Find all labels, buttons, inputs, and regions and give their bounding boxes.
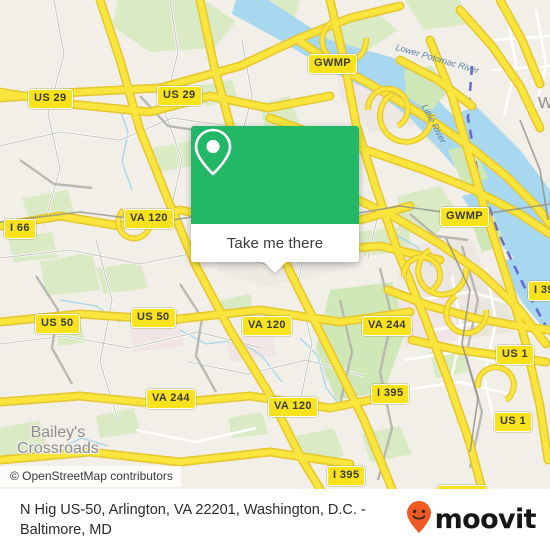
- moovit-logo[interactable]: moovit: [406, 500, 550, 539]
- road-shield-i-395-mid[interactable]: I 395: [371, 384, 410, 404]
- road-shield-us-1-north[interactable]: US 1: [496, 345, 535, 365]
- moovit-smiley-pin-icon: [406, 500, 432, 539]
- road-shield-va-120-south[interactable]: VA 120: [268, 397, 318, 417]
- road-shield-gwmp-south[interactable]: GWMP: [440, 207, 490, 227]
- map-screenshot: Lower Potomac River Little River Bailey'…: [0, 0, 550, 550]
- road-shield-us-1-south[interactable]: US 1: [494, 412, 533, 432]
- road-shield-us-29-west[interactable]: US 29: [28, 89, 73, 109]
- road-shield-us-50-east[interactable]: US 50: [131, 308, 176, 328]
- road-shield-va-120-mid[interactable]: VA 120: [242, 316, 292, 336]
- location-popup-card[interactable]: Take me there: [191, 126, 359, 273]
- place-label-washington: W: [538, 95, 550, 112]
- moovit-wordmark: moovit: [434, 504, 537, 535]
- take-me-there-button-label: Take me there: [226, 234, 324, 252]
- road-shield-va-244-west[interactable]: VA 244: [146, 389, 196, 409]
- road-shield-i-395-right[interactable]: I 395: [528, 281, 550, 301]
- osm-attribution[interactable]: © OpenStreetMap contributors: [0, 466, 181, 487]
- road-shield-va-244-mid[interactable]: VA 244: [362, 316, 412, 336]
- road-shield-us-29-east[interactable]: US 29: [157, 86, 202, 106]
- road-shield-i-66[interactable]: I 66: [4, 219, 36, 239]
- road-shield-gwmp-north[interactable]: GWMP: [308, 54, 358, 74]
- map-canvas[interactable]: Lower Potomac River Little River Bailey'…: [0, 0, 550, 489]
- road-shield-i-395-bottom[interactable]: I 395: [327, 466, 366, 486]
- popup-card-footer[interactable]: Take me there: [191, 224, 359, 273]
- popup-card-header: [191, 126, 359, 224]
- place-label-baileys-crossroads: Bailey's Crossroads: [17, 424, 99, 457]
- popup-card-tail: [264, 262, 286, 273]
- road-shield-va-120-north[interactable]: VA 120: [124, 209, 174, 229]
- location-address-label: N Hig US-50, Arlington, VA 22201, Washin…: [20, 501, 366, 538]
- footer-bar: N Hig US-50, Arlington, VA 22201, Washin…: [0, 489, 550, 550]
- road-shield-us-50-west[interactable]: US 50: [35, 314, 80, 334]
